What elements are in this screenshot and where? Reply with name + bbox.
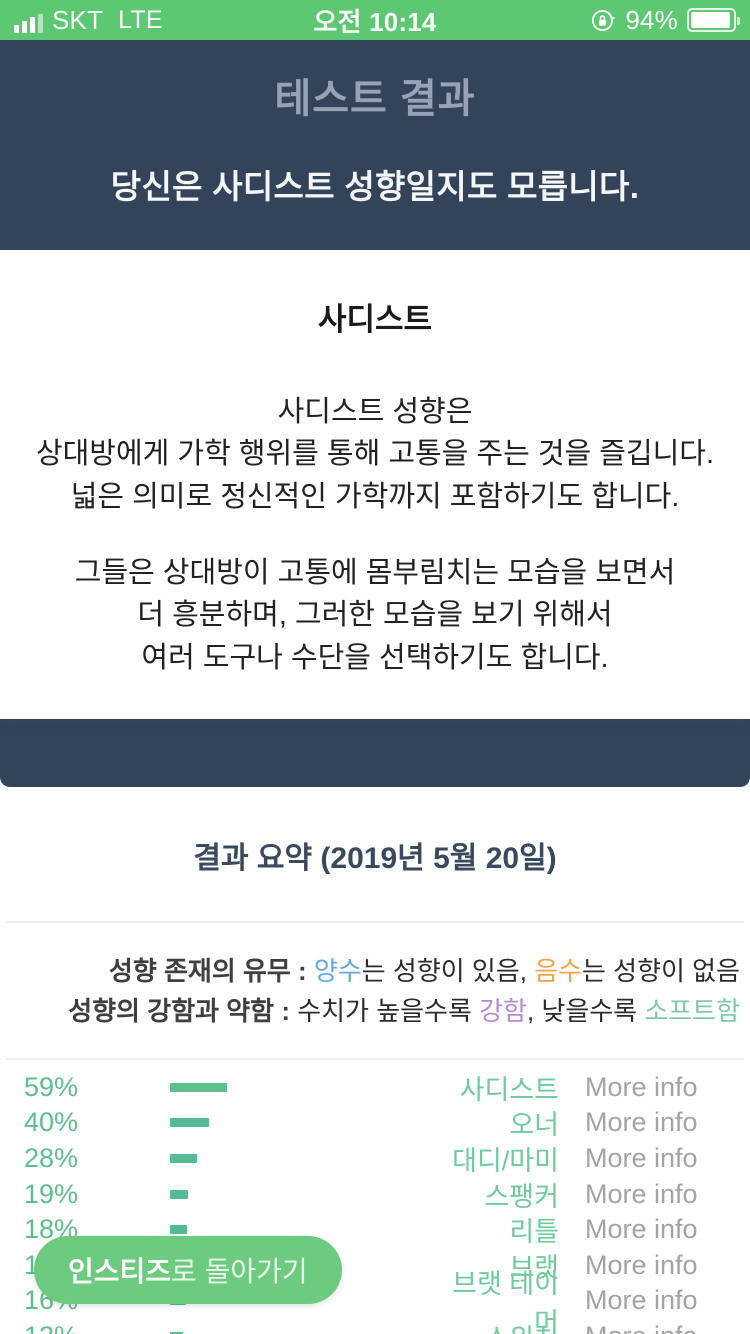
legend-positive-word: 양수	[313, 955, 362, 986]
section-divider-band	[0, 718, 750, 787]
more-info-link[interactable]: More info	[585, 1214, 750, 1245]
hero-header: 테스트 결과 당신은 사디스트 성향일지도 모릅니다.	[0, 40, 750, 250]
more-info-link[interactable]: More info	[585, 1179, 750, 1210]
description-line: 상대방에게 가학 행위를 통해 고통을 주는 것을 즐깁니다.	[35, 438, 715, 471]
result-bar-cell	[170, 1154, 436, 1164]
result-name: 사디스트	[459, 1074, 559, 1105]
legend-text: 는 성향이 없음	[582, 955, 740, 986]
result-bar	[170, 1118, 209, 1128]
more-info-link[interactable]: More info	[585, 1107, 750, 1138]
rotation-lock-icon	[592, 9, 616, 31]
result-row[interactable]: 13% 스위치More info	[0, 1319, 750, 1334]
description-line: 사디스트 성향은	[277, 396, 473, 428]
result-bar-cell	[170, 1189, 436, 1199]
result-name: 스위치	[436, 1317, 585, 1334]
result-percent: 59%	[24, 1071, 79, 1102]
result-bar-cell	[170, 1082, 436, 1092]
result-percent: 19%	[24, 1178, 79, 1209]
description-line: 넓은 의미로 정신적인 가학까지 포함하기도 합니다.	[70, 480, 680, 513]
legend-strong-word: 강함	[479, 996, 527, 1027]
result-page: SKT LTE 오전 10:14 94% 테스트 결과 당신은 사디스트 성향일…	[0, 0, 750, 1334]
description-body: 사디스트 성향은 상대방에게 가학 행위를 통해 고통을 주는 것을 즐깁니다.…	[20, 391, 730, 679]
result-percent: 28%	[24, 1143, 79, 1174]
result-bar	[170, 1189, 189, 1199]
result-row[interactable]: 40% 오너 More info	[0, 1105, 750, 1141]
result-bar-cell	[170, 1118, 436, 1128]
legend-label-intensity: 성향의 강함과 약함 :	[68, 996, 298, 1027]
result-name: 스팽커	[484, 1181, 559, 1212]
result-percent: 40%	[24, 1107, 79, 1138]
legend-negative-word: 음수	[534, 955, 583, 986]
result-type-title: 사디스트	[317, 302, 433, 337]
description-card: 사디스트 사디스트 성향은 상대방에게 가학 행위를 통해 고통을 주는 것을 …	[0, 250, 750, 719]
result-bar-cell	[170, 1225, 436, 1235]
carrier-label: SKT	[52, 5, 104, 35]
back-button-suffix: 로 돌아가기	[171, 1256, 308, 1287]
result-row[interactable]: 59% 사디스트 More info	[0, 1070, 750, 1106]
description-line: 더 흥분하며, 그러한 모습을 보기 위해서	[137, 599, 613, 632]
result-bar	[170, 1082, 228, 1092]
legend-block: 성향 존재의 유무 : 양수는 성향이 있음, 음수는 성향이 없음 성향의 강…	[0, 923, 750, 1058]
more-info-link[interactable]: More info	[585, 1250, 750, 1281]
more-info-link[interactable]: More info	[585, 1143, 750, 1174]
legend-line-1: 성향 존재의 유무 : 양수는 성향이 있음, 음수는 성향이 없음	[14, 951, 740, 991]
status-bar-right: 94%	[591, 4, 740, 36]
network-type-label: LTE	[118, 6, 163, 34]
description-line: 여러 도구나 수단을 선택하기도 합니다.	[141, 641, 609, 674]
back-to-instiz-button[interactable]: 인스티즈로 돌아가기	[34, 1236, 342, 1304]
signal-bars-icon	[14, 14, 43, 33]
description-line: 그들은 상대방이 고통에 몸부림치는 모습을 보면서	[74, 556, 676, 589]
result-bar	[170, 1225, 188, 1235]
more-info-link[interactable]: More info	[585, 1072, 750, 1103]
status-bar: SKT LTE 오전 10:14 94%	[0, 0, 750, 40]
legend-text: , 낮을수록	[526, 996, 645, 1027]
result-name: 대디/마미	[452, 1146, 559, 1177]
page-title: 테스트 결과	[274, 77, 476, 121]
battery-icon	[687, 8, 740, 32]
result-name: 오너	[509, 1110, 559, 1141]
battery-percent-label: 94%	[625, 4, 678, 35]
legend-line-2: 성향의 강함과 약함 : 수치가 높을수록 강함, 낮을수록 소프트함	[14, 991, 740, 1031]
more-info-link[interactable]: More info	[585, 1285, 750, 1316]
summary-title: 결과 요약 (2019년 5월 20일)	[193, 841, 557, 875]
legend-label-existence: 성향 존재의 유무 :	[108, 955, 314, 986]
result-bar	[170, 1154, 198, 1164]
legend-text: 는 성향이 있음,	[361, 955, 535, 986]
result-percent: 13%	[0, 1321, 170, 1334]
legend-soft-word: 소프트함	[644, 996, 740, 1027]
result-name: 리틀	[509, 1217, 559, 1248]
hero-subtitle: 당신은 사디스트 성향일지도 모릅니다.	[110, 168, 640, 205]
more-info-link[interactable]: More info	[585, 1321, 750, 1334]
back-button-brand: 인스티즈	[68, 1256, 172, 1287]
result-row[interactable]: 28% 대디/마미 More info	[0, 1141, 750, 1177]
result-row[interactable]: 19% 스팽커 More info	[0, 1176, 750, 1212]
status-bar-left: SKT LTE	[14, 7, 163, 33]
legend-text: 수치가 높을수록	[297, 996, 480, 1027]
